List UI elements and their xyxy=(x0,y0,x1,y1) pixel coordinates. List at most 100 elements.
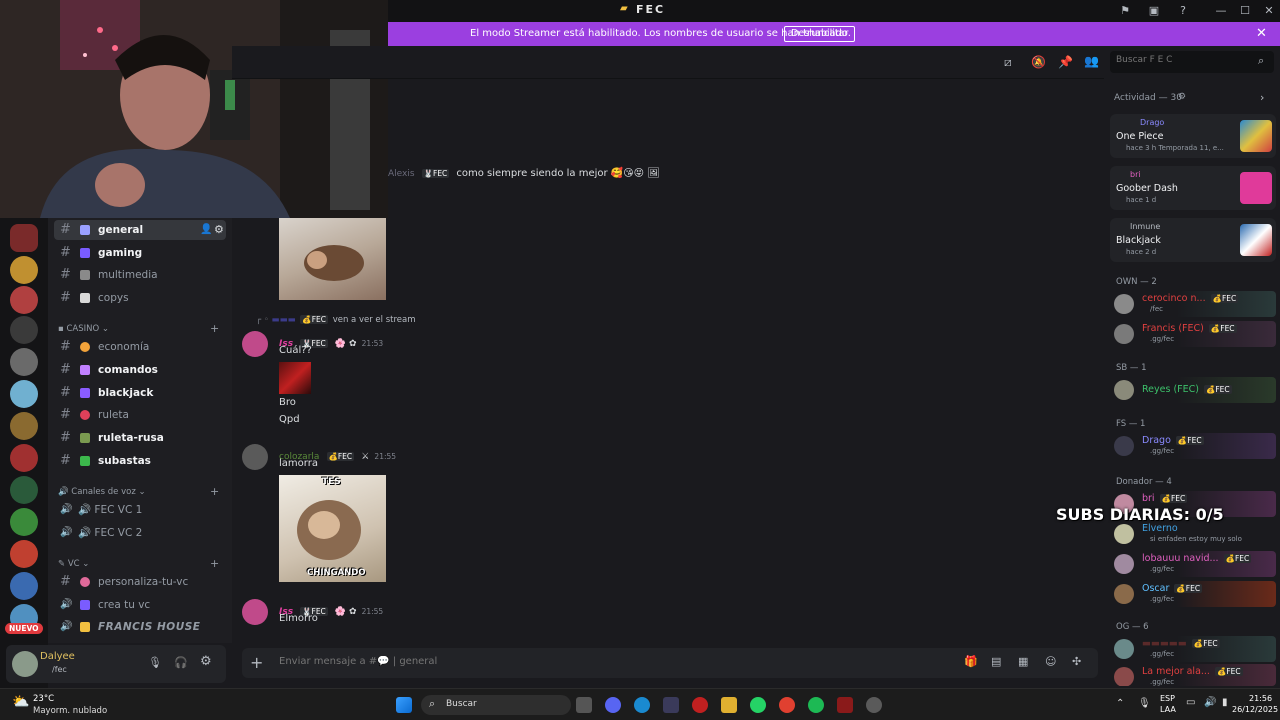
close-window-button[interactable]: ✕ xyxy=(1261,3,1277,19)
channel-crea-tu-vc[interactable]: 🔊 crea tu vc xyxy=(54,595,226,615)
member-row[interactable]: La mejor ala... 💰FEC .gg/fec xyxy=(1110,664,1276,686)
add-channel-icon[interactable]: + xyxy=(210,485,219,498)
voice-channel-2[interactable]: 🔊 🔊 FEC VC 2 xyxy=(54,523,226,543)
screen-share-icon[interactable]: ▣ xyxy=(1146,3,1162,19)
weather-temp[interactable]: 23°C xyxy=(33,694,54,704)
store-icon[interactable] xyxy=(663,697,679,713)
server-icon[interactable] xyxy=(10,444,38,472)
clock-date[interactable]: 26/12/2025 xyxy=(1232,705,1278,714)
pin-icon[interactable]: 📌 xyxy=(1058,55,1073,69)
add-channel-icon[interactable]: + xyxy=(210,322,219,335)
gift-icon[interactable]: 🎁 xyxy=(964,655,978,668)
network-icon[interactable]: ▭ xyxy=(1186,697,1195,708)
activity-card[interactable]: bri Goober Dash hace 1 d xyxy=(1110,166,1276,210)
edge-icon[interactable] xyxy=(634,697,650,713)
channel-gaming[interactable]: # gaming xyxy=(54,243,226,263)
channel-copys[interactable]: # copys xyxy=(54,288,226,308)
discord-icon[interactable] xyxy=(605,697,621,713)
server-icon[interactable] xyxy=(10,286,38,314)
meme-image[interactable]: TES CHINGANDO xyxy=(279,475,386,582)
server-icon[interactable] xyxy=(10,256,38,284)
server-icon[interactable] xyxy=(10,572,38,600)
microphone-icon[interactable]: 🎙 xyxy=(148,656,162,669)
member-row[interactable]: Elverno si enfaden estoy muy solo xyxy=(1110,521,1276,547)
file-explorer-icon[interactable] xyxy=(721,697,737,713)
activity-card[interactable]: Drago One Piece hace 3 h Temporada 11, e… xyxy=(1110,114,1276,158)
member-row[interactable]: cerocinco n... 💰FEC /fec xyxy=(1110,291,1276,317)
channel-personaliza-tu-vc[interactable]: # personaliza-tu-vc xyxy=(54,572,226,592)
server-icon[interactable] xyxy=(10,540,38,568)
user-settings-icon[interactable]: ⚙ xyxy=(200,654,212,669)
message-image[interactable] xyxy=(279,362,311,394)
add-channel-icon[interactable]: + xyxy=(210,557,219,570)
banner-close-icon[interactable]: ✕ xyxy=(1256,26,1267,41)
keyboard-layout-indicator[interactable]: LAA xyxy=(1160,705,1176,714)
chevron-right-icon[interactable]: › xyxy=(1260,91,1264,104)
gear-icon[interactable]: ⚙ xyxy=(214,220,224,240)
emoji-icon[interactable]: ☺ xyxy=(1045,655,1056,668)
taskbar-search[interactable]: ⌕ Buscar xyxy=(421,695,571,715)
gear-icon[interactable]: ⚙ xyxy=(1178,92,1186,102)
tray-chevron-icon[interactable]: ⌃ xyxy=(1116,698,1124,709)
sticker-icon[interactable]: ▦ xyxy=(1018,655,1028,668)
member-row[interactable]: Francis (FEC) 💰FEC .gg/fec xyxy=(1110,321,1276,347)
search-box[interactable]: ⌕ xyxy=(1110,51,1274,73)
member-row[interactable]: Drago 💰FEC .gg/fec xyxy=(1110,433,1276,459)
voice-channel-1[interactable]: 🔊 🔊 FEC VC 1 xyxy=(54,500,226,520)
member-row[interactable]: lobauuu navid... 💰FEC .gg/fec xyxy=(1110,551,1276,577)
channel-economia[interactable]: # economía xyxy=(54,337,226,357)
battery-icon[interactable]: ▮ xyxy=(1222,697,1228,708)
server-icon[interactable] xyxy=(10,508,38,536)
gif-icon[interactable]: ▤ xyxy=(991,655,1001,668)
category-vc[interactable]: ✎ VC ⌄ xyxy=(58,559,89,569)
avatar[interactable] xyxy=(242,599,268,625)
apps-icon[interactable]: ✣ xyxy=(1072,655,1081,668)
search-input[interactable] xyxy=(1116,55,1256,65)
server-icon[interactable] xyxy=(10,224,38,252)
volume-icon[interactable]: 🔊 xyxy=(1204,697,1216,708)
spotify-icon[interactable] xyxy=(808,697,824,713)
opera-icon[interactable] xyxy=(692,697,708,713)
avatar[interactable] xyxy=(242,331,268,357)
channel-francis-house[interactable]: 🔊 FRANCIS HOUSE xyxy=(54,617,226,637)
message-image[interactable] xyxy=(279,218,386,300)
weather-desc[interactable]: Mayorm. nublado xyxy=(33,706,107,716)
server-icon[interactable] xyxy=(10,380,38,408)
threads-icon[interactable]: ⧄ xyxy=(1004,55,1012,70)
channel-ruleta[interactable]: # ruleta xyxy=(54,405,226,425)
inbox-flag-icon[interactable]: ⚑ xyxy=(1117,3,1133,19)
avatar[interactable] xyxy=(12,651,38,677)
obs-icon[interactable] xyxy=(866,697,882,713)
language-indicator[interactable]: ESP xyxy=(1160,694,1175,703)
server-icon[interactable] xyxy=(10,348,38,376)
message-author[interactable]: Alexis xyxy=(388,169,415,179)
microphone-tray-icon[interactable]: 🎙 xyxy=(1138,698,1151,709)
avatar[interactable] xyxy=(242,444,268,470)
headphones-icon[interactable]: 🎧 xyxy=(174,656,188,669)
channel-multimedia[interactable]: # multimedia xyxy=(54,265,226,285)
help-icon[interactable]: ? xyxy=(1175,3,1191,19)
server-icon[interactable] xyxy=(10,316,38,344)
channel-blackjack[interactable]: # blackjack xyxy=(54,383,226,403)
reply-preview[interactable]: ┌ ◦ ▬▬▬ 💰FEC ven a ver el stream xyxy=(256,315,415,325)
server-icon[interactable] xyxy=(10,412,38,440)
maximize-button[interactable]: ☐ xyxy=(1237,3,1253,19)
disable-streamer-mode-button[interactable]: Deshabilitar xyxy=(784,26,856,42)
message-input[interactable] xyxy=(279,656,879,667)
channel-general[interactable]: # general 👤 ⚙ xyxy=(54,220,226,240)
attach-plus-icon[interactable]: + xyxy=(250,653,263,672)
channel-subastas[interactable]: # subastas xyxy=(54,451,226,471)
channel-ruleta-rusa[interactable]: # ruleta-rusa xyxy=(54,428,226,448)
member-list-icon[interactable]: 👥 xyxy=(1084,54,1099,68)
notifications-off-icon[interactable]: 🔕 xyxy=(1031,55,1046,69)
whatsapp-icon[interactable] xyxy=(750,697,766,713)
chrome-icon[interactable] xyxy=(779,697,795,713)
category-casino[interactable]: ▪ CASINO ⌄ xyxy=(58,324,109,334)
channel-comandos[interactable]: # comandos xyxy=(54,360,226,380)
clock-time[interactable]: 21:56 xyxy=(1249,694,1272,703)
app-icon[interactable] xyxy=(837,697,853,713)
activity-card[interactable]: Inmune Blackjack hace 2 d xyxy=(1110,218,1276,262)
task-view-icon[interactable] xyxy=(576,697,592,713)
minimize-button[interactable]: — xyxy=(1213,3,1229,19)
member-row[interactable]: Reyes (FEC) 💰FEC xyxy=(1110,377,1276,403)
